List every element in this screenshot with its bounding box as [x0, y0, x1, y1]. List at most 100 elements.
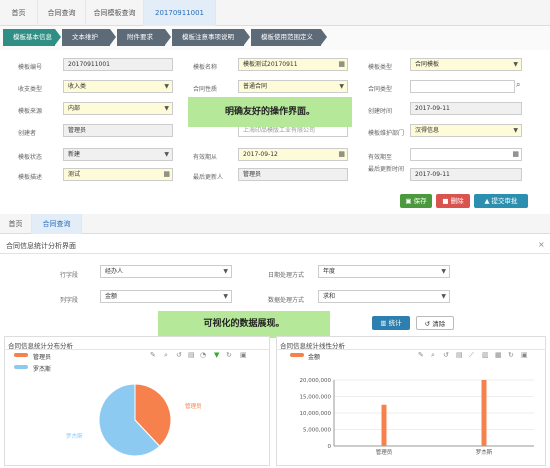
label-valid-from: 有效期从 [193, 154, 218, 161]
bar-marks: 20,000,000 15,000,000 10,000,000 5,000,000 0… [300, 378, 534, 456]
refresh-icon[interactable]: ↻ [226, 351, 232, 359]
y-tick-label: 0 [328, 444, 332, 450]
step-scope[interactable]: 模板使用范围定义 [251, 29, 321, 46]
step-label: 模板注意事项说明 [182, 33, 234, 41]
trash-icon: ■ [442, 197, 451, 205]
legend-label: 金额 [308, 354, 321, 361]
chevron-down-icon: ▼ [513, 127, 518, 134]
last-updater-field[interactable]: 管理员 [238, 168, 348, 181]
reset-icon[interactable]: ↺ [176, 351, 182, 359]
last-update-time-field[interactable]: 2017-09-11 [410, 168, 522, 181]
save-image-icon[interactable]: ▣ [521, 351, 528, 359]
valid-from-value: 2017-09-12 [243, 151, 278, 158]
template-code-field[interactable]: 20170911001 [63, 58, 173, 71]
chevron-down-icon: ▼ [441, 293, 446, 300]
contract-type-field[interactable] [410, 80, 515, 93]
template-type-select[interactable]: 合同模板 ▼ [410, 58, 522, 71]
divider [4, 349, 270, 350]
grid-icon[interactable]: ▦ [338, 59, 345, 70]
save-image-icon[interactable]: ▣ [240, 351, 247, 359]
label-row-field: 行字段 [60, 272, 79, 279]
step-label: 模板基本信息 [13, 33, 52, 41]
label-template-source: 模板来源 [18, 108, 43, 115]
line-chart-icon[interactable]: ⟋ [469, 351, 474, 360]
chevron-down-icon: ▼ [339, 83, 344, 90]
clear-button[interactable]: ↺ 清除 [416, 316, 454, 330]
zoom-icon[interactable]: ⌕ [164, 351, 168, 360]
edit-icon[interactable]: ✎ [418, 351, 424, 359]
data-view-icon[interactable]: ▤ [188, 351, 195, 359]
template-desc-value: 测试 [68, 171, 81, 178]
maintain-dept-select[interactable]: 汉得信息 ▼ [410, 124, 522, 137]
save-icon: ▣ [405, 197, 414, 205]
template-status-select[interactable]: 新建 ▼ [63, 148, 173, 161]
highlight-banner-ui: 明确友好的操作界面。 [188, 97, 352, 127]
contract-nature-select[interactable]: 普通合同 ▼ [238, 80, 348, 93]
edit-icon[interactable]: ✎ [150, 351, 156, 359]
col-field-select[interactable]: 金额 ▼ [100, 290, 232, 303]
label-template-name: 模板名称 [193, 64, 218, 71]
create-time-field[interactable]: 2017-09-11 [410, 102, 522, 115]
label-last-update-time: 最后更新时间 [368, 166, 405, 173]
label-template-desc: 模板描述 [18, 174, 43, 181]
y-tick-label: 15,000,000 [300, 395, 332, 401]
row-field-select[interactable]: 经办人 ▼ [100, 265, 232, 278]
tab-contract-query[interactable]: 合同查询 [38, 0, 86, 26]
step-label: 文本维护 [72, 33, 98, 41]
bar-chart: 20,000,000 15,000,000 10,000,000 5,000,000 0… [300, 378, 534, 456]
date-mode-select[interactable]: 年度 ▼ [318, 265, 450, 278]
clear-label: 清除 [432, 320, 446, 328]
stat-button[interactable]: ▥ 统计 [372, 316, 410, 330]
legend-label: 管理员 [33, 354, 52, 361]
refresh-icon[interactable]: ↻ [508, 351, 514, 359]
valid-from-field[interactable]: 2017-09-12 ▦ [238, 148, 348, 161]
funnel-icon[interactable]: ▼ [214, 351, 219, 359]
search-icon[interactable]: ⌕ [516, 80, 520, 90]
calendar-icon[interactable]: ▦ [338, 149, 345, 160]
label-income-type: 收支类型 [18, 86, 43, 93]
valid-to-field[interactable]: ▦ [410, 148, 522, 161]
y-tick-label: 20,000,000 [300, 378, 332, 384]
tab-home[interactable]: 首页 [0, 0, 38, 26]
chevron-down-icon: ▼ [441, 268, 446, 275]
pie-toggle-icon[interactable]: ◔ [200, 351, 206, 359]
template-desc-field[interactable]: 测试 ▦ [63, 168, 173, 181]
submit-approval-button[interactable]: ▲ 提交审批 [474, 194, 528, 208]
step-label: 附件要求 [127, 33, 153, 41]
submit-label: 提交审批 [491, 197, 518, 205]
step-notes[interactable]: 模板注意事项说明 [172, 29, 244, 46]
legend-swatch [290, 353, 304, 357]
template-source-value: 内部 [68, 105, 81, 112]
y-tick-label: 10,000,000 [300, 411, 332, 417]
template-name-field[interactable]: 模板测试20170911 ▦ [238, 58, 348, 71]
tab-contract-query-2[interactable]: 合同查询 [32, 214, 82, 234]
step-attachment[interactable]: 附件要求 [117, 29, 165, 46]
close-icon[interactable]: × [538, 240, 545, 249]
calendar-icon[interactable]: ▦ [512, 149, 519, 160]
creator-field[interactable]: 管理员 [63, 124, 173, 137]
tab-template-query[interactable]: 合同模板查询 [86, 0, 144, 26]
bar-chart-icon[interactable]: ▥ [482, 351, 489, 359]
chart-icon: ▥ [380, 319, 389, 327]
num-mode-select[interactable]: 求和 ▼ [318, 290, 450, 303]
step-basic-info[interactable]: 模板基本信息 [3, 29, 55, 46]
tab-home-2[interactable]: 首页 [0, 214, 32, 234]
col-field-value: 金额 [105, 293, 118, 300]
label-num-mode: 数据处理方式 [268, 297, 305, 304]
grid-icon[interactable]: ▦ [163, 169, 170, 180]
tab-template-detail[interactable]: 20170911001 [144, 0, 216, 26]
data-view-icon[interactable]: ▤ [456, 351, 463, 359]
legend-label: 罗杰斯 [33, 366, 52, 373]
reset-icon[interactable]: ↺ [443, 351, 449, 359]
template-source-select[interactable]: 内部 ▼ [63, 102, 173, 115]
save-button[interactable]: ▣ 保存 [400, 194, 432, 208]
pie-chart [98, 383, 172, 457]
income-type-select[interactable]: 收入类 ▼ [63, 80, 173, 93]
zoom-icon[interactable]: ⌕ [431, 351, 435, 360]
stack-icon[interactable]: ▦ [495, 351, 502, 359]
delete-button[interactable]: ■ 删除 [436, 194, 470, 208]
pie-label: 罗杰斯 [66, 434, 83, 440]
chevron-down-icon: ▼ [223, 268, 228, 275]
step-text[interactable]: 文本维护 [62, 29, 110, 46]
label-maintain-dept: 模板维护部门 [368, 130, 405, 137]
